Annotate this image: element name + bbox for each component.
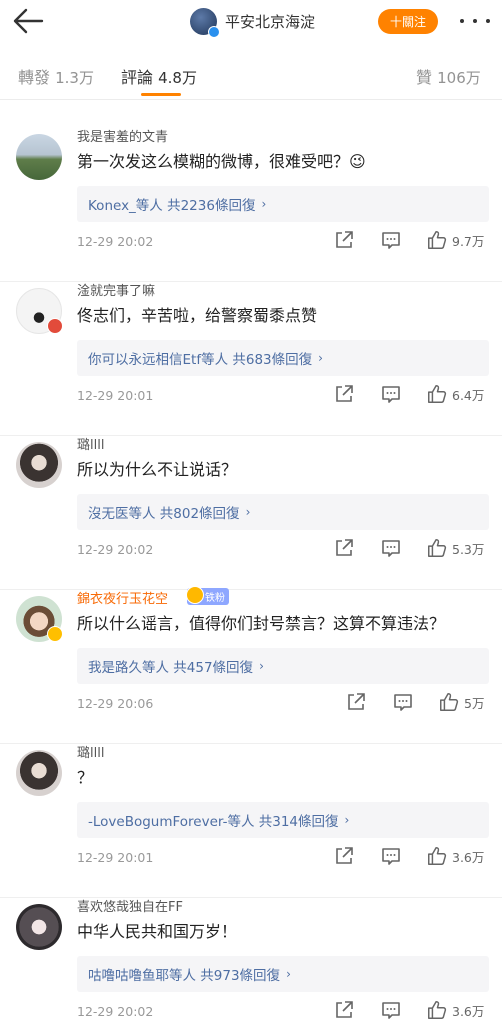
account-avatar — [190, 7, 220, 38]
vip-badge-icon — [47, 626, 63, 642]
thumbs-up-icon — [428, 539, 447, 557]
comment-item: 淦就完事了嘛 佟志们，辛苦啦，给警察蜀黍点赞 你可以永远相信Etf等人 共683… — [0, 280, 502, 436]
comment-time: 12-29 20:02 — [77, 542, 154, 557]
comment-icon[interactable] — [379, 844, 403, 868]
comment-username[interactable]: 淦就完事了嘛 — [77, 280, 155, 299]
tab-bar: 轉發 1.3万 評論 4.8万 贊 106万 — [0, 52, 502, 100]
active-tab-indicator — [141, 93, 181, 96]
back-arrow-icon[interactable] — [10, 6, 46, 36]
wink-emoji-icon: 😉 — [349, 152, 366, 171]
comment-text: 所以什么谣言，值得你们封号禁言？这算不算违法？ — [77, 614, 446, 633]
top-bar: 平安北京海淀 十關注 — [0, 0, 502, 44]
like-button[interactable]: 6.4万 — [426, 382, 484, 406]
share-icon[interactable] — [344, 690, 368, 714]
comment-item: 璐llll ？ -LoveBogumForever-等人 共314條回復 › 12… — [0, 742, 502, 898]
share-icon[interactable] — [332, 998, 356, 1022]
comment-text: 佟志们，辛苦啦，给警察蜀黍点赞 — [77, 306, 318, 325]
like-button[interactable]: 5.3万 — [426, 536, 484, 560]
tab-likes[interactable]: 贊 106万 — [416, 64, 481, 88]
thumbs-up-icon — [428, 1001, 447, 1019]
comment-text: 所以为什么不让说话？ — [77, 460, 238, 479]
chevron-right-icon: › — [245, 505, 251, 519]
like-button[interactable]: 5万 — [438, 690, 484, 714]
chevron-right-icon: › — [286, 967, 291, 981]
share-icon[interactable] — [332, 536, 356, 560]
user-badge-icon — [47, 318, 63, 334]
comment-username[interactable]: 璐llll — [77, 742, 104, 761]
follow-button[interactable]: 十關注 — [378, 9, 438, 34]
user-avatar[interactable] — [16, 750, 62, 796]
thumbs-up-icon — [428, 385, 447, 403]
chevron-right-icon: › — [344, 813, 350, 827]
comment-time: 12-29 20:02 — [77, 234, 154, 249]
tab-reposts[interactable]: 轉發 1.3万 — [18, 64, 94, 88]
replies-link[interactable]: 我是路久等人 共457條回復 › — [77, 648, 489, 684]
comment-icon[interactable] — [379, 382, 403, 406]
thumbs-up-icon — [428, 847, 447, 865]
comment-username[interactable]: 錦衣夜行玉花空 — [77, 588, 168, 607]
like-button[interactable]: 3.6万 — [426, 998, 484, 1022]
comment-item: 我是害羞的文青 第一次发这么模糊的微博，很难受吧？😉 Konex_等人 共223… — [0, 126, 502, 282]
comment-text: 第一次发这么模糊的微博，很难受吧？😉 — [77, 152, 366, 171]
user-avatar[interactable] — [16, 442, 62, 488]
replies-link[interactable]: Konex_等人 共2236條回復 › — [77, 186, 489, 222]
verified-badge-icon — [208, 25, 220, 38]
comment-text: ？ — [77, 768, 94, 787]
comment-icon[interactable] — [379, 536, 403, 560]
tab-comments[interactable]: 評論 4.8万 — [121, 64, 197, 88]
comment-time: 12-29 20:06 — [77, 696, 154, 711]
chevron-right-icon: › — [318, 351, 323, 365]
account-name: 平安北京海淀 — [225, 12, 316, 31]
chevron-right-icon: › — [261, 197, 267, 211]
replies-link[interactable]: -LoveBogumForever-等人 共314條回復 › — [77, 802, 489, 838]
comment-icon[interactable] — [379, 998, 403, 1022]
comment-username[interactable]: 我是害羞的文青 — [77, 126, 168, 145]
fan-badge: 铁粉 — [186, 586, 229, 605]
share-icon[interactable] — [332, 844, 356, 868]
replies-link[interactable]: 咕噜咕噜鱼耶等人 共973條回復 › — [77, 956, 489, 992]
comment-time: 12-29 20:01 — [77, 850, 154, 865]
comment-time: 12-29 20:02 — [77, 1004, 154, 1019]
thumbs-up-icon — [440, 693, 459, 711]
user-avatar[interactable] — [16, 904, 62, 950]
account-title[interactable]: 平安北京海淀 — [190, 5, 316, 38]
comment-text: 中华人民共和国万岁！ — [77, 922, 238, 941]
comment-item: 喜欢悠哉独自在FF 中华人民共和国万岁！ 咕噜咕噜鱼耶等人 共973條回復 › 1… — [0, 896, 502, 1024]
comment-icon[interactable] — [379, 228, 403, 252]
share-icon[interactable] — [332, 382, 356, 406]
replies-link[interactable]: 沒无医等人 共802條回復 › — [77, 494, 489, 530]
more-options-icon[interactable] — [460, 16, 490, 26]
comment-time: 12-29 20:01 — [77, 388, 154, 403]
crown-icon — [186, 586, 204, 604]
thumbs-up-icon — [428, 231, 447, 249]
like-button[interactable]: 3.6万 — [426, 844, 484, 868]
user-avatar[interactable] — [16, 134, 62, 180]
share-icon[interactable] — [332, 228, 356, 252]
like-button[interactable]: 9.7万 — [426, 228, 484, 252]
comment-item: 錦衣夜行玉花空 铁粉 所以什么谣言，值得你们封号禁言？这算不算违法？ 我是路久等… — [0, 586, 502, 744]
comment-icon[interactable] — [391, 690, 415, 714]
replies-link[interactable]: 你可以永远相信Etf等人 共683條回復 › — [77, 340, 489, 376]
comment-username[interactable]: 璐llll — [77, 434, 104, 453]
chevron-right-icon: › — [259, 659, 264, 673]
comment-item: 璐llll 所以为什么不让说话？ 沒无医等人 共802條回復 › 12-29 20… — [0, 434, 502, 590]
comment-username[interactable]: 喜欢悠哉独自在FF — [77, 896, 183, 915]
